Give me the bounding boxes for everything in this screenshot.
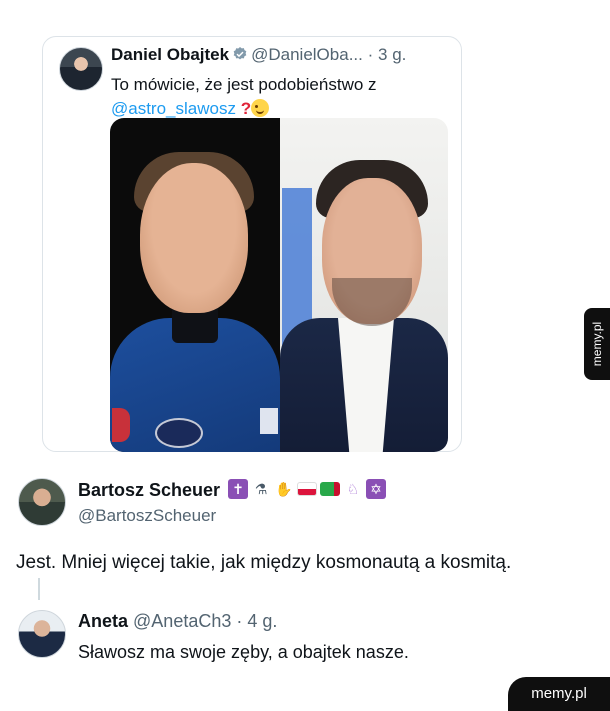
separator-dot: · — [367, 45, 374, 64]
reply-text: Sławosz ma swoje zęby, a obajtek nasze. — [78, 642, 409, 662]
microscope-icon: ⚗ — [251, 479, 271, 499]
author-handle[interactable]: @DanielOba... — [251, 45, 363, 64]
quoted-tweet-text: To mówicie, że jest podobieństwo z @astr… — [111, 73, 441, 121]
astronaut-photo — [110, 118, 280, 452]
question-mark-icon: ? — [240, 99, 252, 118]
author-name[interactable]: Bartosz Scheuer — [78, 480, 220, 501]
author-name[interactable]: Aneta — [78, 611, 128, 631]
mention-link[interactable]: @astro_slawosz — [111, 99, 236, 118]
verified-icon — [233, 47, 247, 60]
author-name[interactable]: Daniel Obajtek — [111, 45, 229, 64]
handle-and-time[interactable]: @AnetaCh3 · 4 g. — [133, 611, 277, 631]
esa-patch-icon — [155, 418, 203, 448]
avatar[interactable] — [59, 47, 103, 91]
avatar[interactable] — [18, 478, 66, 526]
hand-icon: ✋ — [274, 479, 294, 499]
politician-photo — [280, 118, 448, 452]
author-handle[interactable]: @BartoszScheuer — [78, 506, 216, 526]
comparison-photo[interactable] — [110, 118, 448, 452]
timestamp[interactable]: 3 g. — [378, 45, 406, 64]
reply-header: Aneta @AnetaCh3 · 4 g. — [78, 611, 277, 632]
wink-icon — [251, 99, 270, 117]
poland-flag-icon — [297, 482, 317, 496]
thread-line — [38, 578, 40, 600]
cross-icon: ✝ — [228, 479, 248, 499]
tweet-text: To mówicie, że jest podobieństwo z — [111, 75, 377, 94]
avatar[interactable] — [18, 610, 66, 658]
reply-text: Jest. Mniej więcej takie, jak między kos… — [16, 552, 512, 573]
quoted-tweet-header: Daniel Obajtek @DanielOba... · 3 g. — [111, 45, 406, 65]
name-emojis: ✝ ⚗ ✋ ♘ ✡ — [228, 479, 386, 499]
turkmenistan-flag-icon — [320, 482, 340, 496]
watermark: memy.pl — [508, 677, 610, 711]
unicorn-icon: ♘ — [343, 479, 363, 499]
star-of-david-icon: ✡ — [366, 479, 386, 499]
watermark: memy.pl — [584, 308, 610, 380]
